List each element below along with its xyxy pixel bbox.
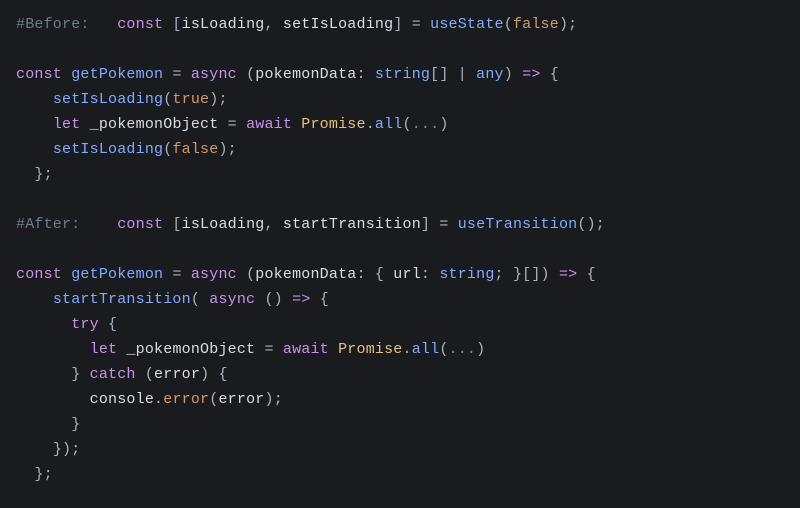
getPokemon-before: getPokemon bbox=[71, 66, 163, 83]
kw-const-3: const bbox=[117, 216, 163, 233]
before-comment: #Before: bbox=[16, 16, 90, 33]
kw-const-4: const bbox=[16, 266, 62, 283]
kw-const-1: const bbox=[117, 16, 163, 33]
after-comment: #After: bbox=[16, 216, 80, 233]
code-block: #Before: const [isLoading, setIsLoading]… bbox=[0, 0, 800, 499]
getPokemon-after: getPokemon bbox=[71, 266, 163, 283]
kw-const-2: const bbox=[16, 66, 62, 83]
